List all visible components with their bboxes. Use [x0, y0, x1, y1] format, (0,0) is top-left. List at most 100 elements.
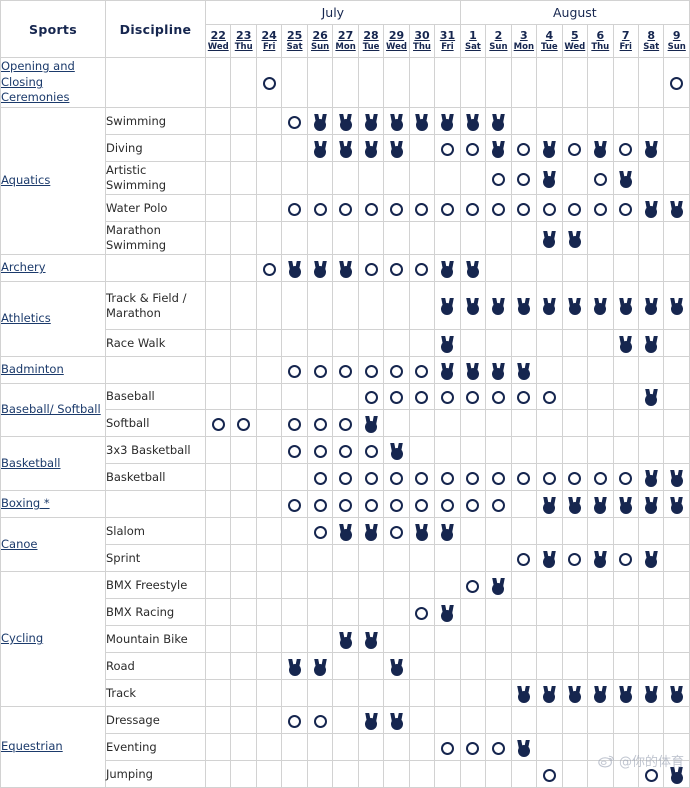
schedule-cell-active[interactable] [383, 383, 410, 410]
schedule-cell-active[interactable] [510, 194, 538, 222]
schedule-cell-active[interactable] [612, 490, 639, 518]
schedule-cell-active[interactable] [306, 356, 334, 384]
schedule-cell-active[interactable] [485, 107, 512, 135]
schedule-cell-active[interactable] [587, 679, 614, 707]
schedule-cell-active[interactable] [332, 134, 359, 162]
header-day-27-mon[interactable]: 27 Mon [332, 24, 359, 58]
header-day-3-mon[interactable]: 3 Mon [510, 24, 538, 58]
sport-link[interactable]: Baseball/ Softball [1, 402, 101, 416]
schedule-cell-active[interactable] [281, 356, 308, 384]
schedule-cell-active[interactable] [612, 161, 639, 195]
sport-cell[interactable]: Cycling [0, 571, 106, 707]
schedule-cell-active[interactable] [332, 356, 359, 384]
schedule-cell-active[interactable] [485, 733, 512, 761]
sport-cell[interactable]: Boxing * [0, 490, 106, 518]
sport-link[interactable]: Badminton [1, 362, 64, 376]
schedule-cell-active[interactable] [612, 194, 639, 222]
schedule-cell-active[interactable] [536, 221, 563, 255]
schedule-cell-active[interactable] [357, 409, 385, 437]
schedule-cell-active[interactable] [587, 194, 614, 222]
header-day-26-sun[interactable]: 26 Sun [306, 24, 334, 58]
header-day-2-sun[interactable]: 2 Sun [485, 24, 512, 58]
header-day-22-wed[interactable]: 22 Wed [204, 24, 232, 58]
schedule-cell-active[interactable] [587, 490, 614, 518]
schedule-cell-active[interactable] [459, 281, 487, 330]
schedule-cell-active[interactable] [281, 652, 308, 680]
schedule-cell-active[interactable] [434, 598, 461, 626]
schedule-cell-active[interactable] [281, 107, 308, 135]
schedule-cell-active[interactable] [306, 107, 334, 135]
schedule-cell-active[interactable] [459, 383, 487, 410]
schedule-cell-active[interactable] [383, 706, 410, 734]
schedule-cell-active[interactable] [306, 194, 334, 222]
schedule-cell-active[interactable] [536, 161, 563, 195]
schedule-cell-active[interactable] [357, 517, 385, 545]
schedule-cell-active[interactable] [332, 194, 359, 222]
schedule-cell-active[interactable] [485, 571, 512, 599]
schedule-cell-active[interactable] [536, 463, 563, 491]
schedule-cell-active[interactable] [612, 329, 639, 357]
schedule-cell-active[interactable] [434, 254, 461, 282]
header-day-4-tue[interactable]: 4 Tue [536, 24, 563, 58]
schedule-cell-active[interactable] [357, 436, 385, 464]
schedule-cell-active[interactable] [332, 254, 359, 282]
schedule-cell-active[interactable] [332, 463, 359, 491]
header-day-28-tue[interactable]: 28 Tue [357, 24, 385, 58]
schedule-cell-active[interactable] [612, 134, 639, 162]
schedule-cell-active[interactable] [663, 463, 690, 491]
schedule-cell-active[interactable] [281, 706, 308, 734]
sport-link[interactable]: Aquatics [1, 173, 50, 187]
schedule-cell-active[interactable] [434, 281, 461, 330]
schedule-cell-active[interactable] [383, 254, 410, 282]
schedule-cell-active[interactable] [459, 194, 487, 222]
schedule-cell-active[interactable] [485, 356, 512, 384]
schedule-cell-active[interactable] [434, 733, 461, 761]
schedule-cell-active[interactable] [485, 463, 512, 491]
schedule-cell-active[interactable] [536, 679, 563, 707]
schedule-cell-active[interactable] [332, 490, 359, 518]
schedule-cell-active[interactable] [612, 544, 639, 572]
schedule-cell-active[interactable] [230, 409, 257, 437]
schedule-cell-active[interactable] [408, 254, 436, 282]
schedule-cell-active[interactable] [357, 134, 385, 162]
schedule-cell-active[interactable] [561, 544, 589, 572]
schedule-cell-active[interactable] [357, 194, 385, 222]
schedule-cell-active[interactable] [561, 134, 589, 162]
schedule-cell-active[interactable] [459, 490, 487, 518]
schedule-cell-active[interactable] [434, 383, 461, 410]
schedule-cell-active[interactable] [587, 161, 614, 195]
sport-cell[interactable]: Baseball/ Softball [0, 383, 106, 437]
schedule-cell-active[interactable] [408, 517, 436, 545]
schedule-cell-active[interactable] [383, 194, 410, 222]
schedule-cell-active[interactable] [510, 679, 538, 707]
schedule-cell-active[interactable] [357, 383, 385, 410]
header-day-30-thu[interactable]: 30 Thu [408, 24, 436, 58]
sport-link[interactable]: Canoe [1, 537, 37, 551]
schedule-cell-active[interactable] [306, 652, 334, 680]
schedule-cell-active[interactable] [306, 134, 334, 162]
sport-cell[interactable]: Badminton [0, 356, 106, 384]
schedule-cell-active[interactable] [383, 107, 410, 135]
schedule-cell-active[interactable] [383, 356, 410, 384]
schedule-cell-active[interactable] [383, 436, 410, 464]
schedule-cell-active[interactable] [357, 490, 385, 518]
schedule-cell-active[interactable] [408, 463, 436, 491]
schedule-cell-active[interactable] [561, 463, 589, 491]
schedule-cell-active[interactable] [434, 194, 461, 222]
schedule-cell-active[interactable] [637, 463, 665, 491]
schedule-cell-active[interactable] [485, 490, 512, 518]
schedule-cell-active[interactable] [536, 383, 563, 410]
schedule-cell-active[interactable] [281, 436, 308, 464]
schedule-cell-active[interactable] [459, 134, 487, 162]
schedule-cell-active[interactable] [306, 517, 334, 545]
sport-link[interactable]: Opening and Closing Ceremonies [1, 59, 75, 104]
header-day-23-thu[interactable]: 23 Thu [230, 24, 257, 58]
header-day-6-thu[interactable]: 6 Thu [587, 24, 614, 58]
schedule-cell-active[interactable] [434, 463, 461, 491]
schedule-cell-active[interactable] [536, 194, 563, 222]
header-day-5-wed[interactable]: 5 Wed [561, 24, 589, 58]
schedule-cell-active[interactable] [536, 544, 563, 572]
schedule-cell-active[interactable] [536, 134, 563, 162]
schedule-cell-active[interactable] [637, 134, 665, 162]
header-day-25-sat[interactable]: 25 Sat [281, 24, 308, 58]
